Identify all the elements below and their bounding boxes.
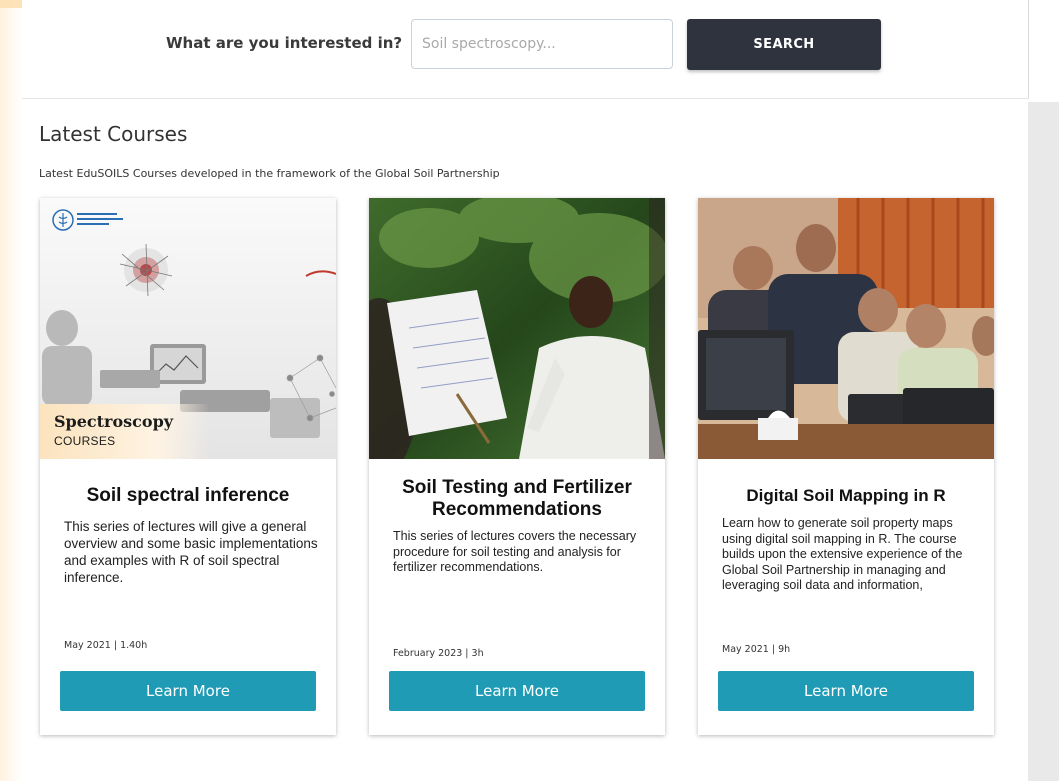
course-card-spectral: Spectroscopy COURSES Soil spectral infer… <box>40 198 336 735</box>
search-bar: What are you interested in? SEARCH <box>22 0 1029 99</box>
section-subtitle: Latest EduSOILS Courses developed in the… <box>39 167 500 180</box>
course-description: Learn how to generate soil property maps… <box>722 516 963 592</box>
classroom-photo-illustration <box>698 198 994 459</box>
course-description: This series of lectures will give a gene… <box>64 519 318 585</box>
field-photo-illustration <box>369 198 665 459</box>
course-image-spectroscopy: Spectroscopy COURSES <box>40 198 336 459</box>
search-button[interactable]: SEARCH <box>687 19 881 70</box>
search-input[interactable] <box>411 19 673 69</box>
latest-courses-section: Latest Courses Latest EduSOILS Courses d… <box>22 102 1028 781</box>
course-title: Soil spectral inference <box>86 485 290 506</box>
section-title: Latest Courses <box>39 122 188 146</box>
course-badge-title: Spectroscopy <box>54 412 174 431</box>
learn-more-button[interactable]: Learn More <box>389 671 645 711</box>
search-label: What are you interested in? <box>166 34 403 52</box>
course-badge-subtitle: COURSES <box>54 434 116 448</box>
course-title: Digital Soil Mapping in R <box>746 486 946 505</box>
course-card-digital-mapping: Digital Soil Mapping in R Learn how to g… <box>698 198 994 735</box>
course-description: This series of lectures covers the neces… <box>393 529 637 574</box>
right-sidebar-strip <box>1028 102 1059 781</box>
learn-more-button[interactable]: Learn More <box>60 671 316 711</box>
course-title: Soil Testing and Fertilizer Recommendati… <box>402 477 632 520</box>
course-image-soil-testing <box>369 198 665 459</box>
course-meta: May 2021 | 9h <box>722 644 791 655</box>
left-accent-band <box>0 0 22 781</box>
course-meta: May 2021 | 1.40h <box>64 640 148 651</box>
fao-logo <box>52 209 123 231</box>
course-meta: February 2023 | 3h <box>393 648 484 659</box>
course-image-digital-mapping <box>698 198 994 459</box>
course-card-soil-testing: Soil Testing and Fertilizer Recommendati… <box>369 198 665 735</box>
learn-more-button[interactable]: Learn More <box>718 671 974 711</box>
